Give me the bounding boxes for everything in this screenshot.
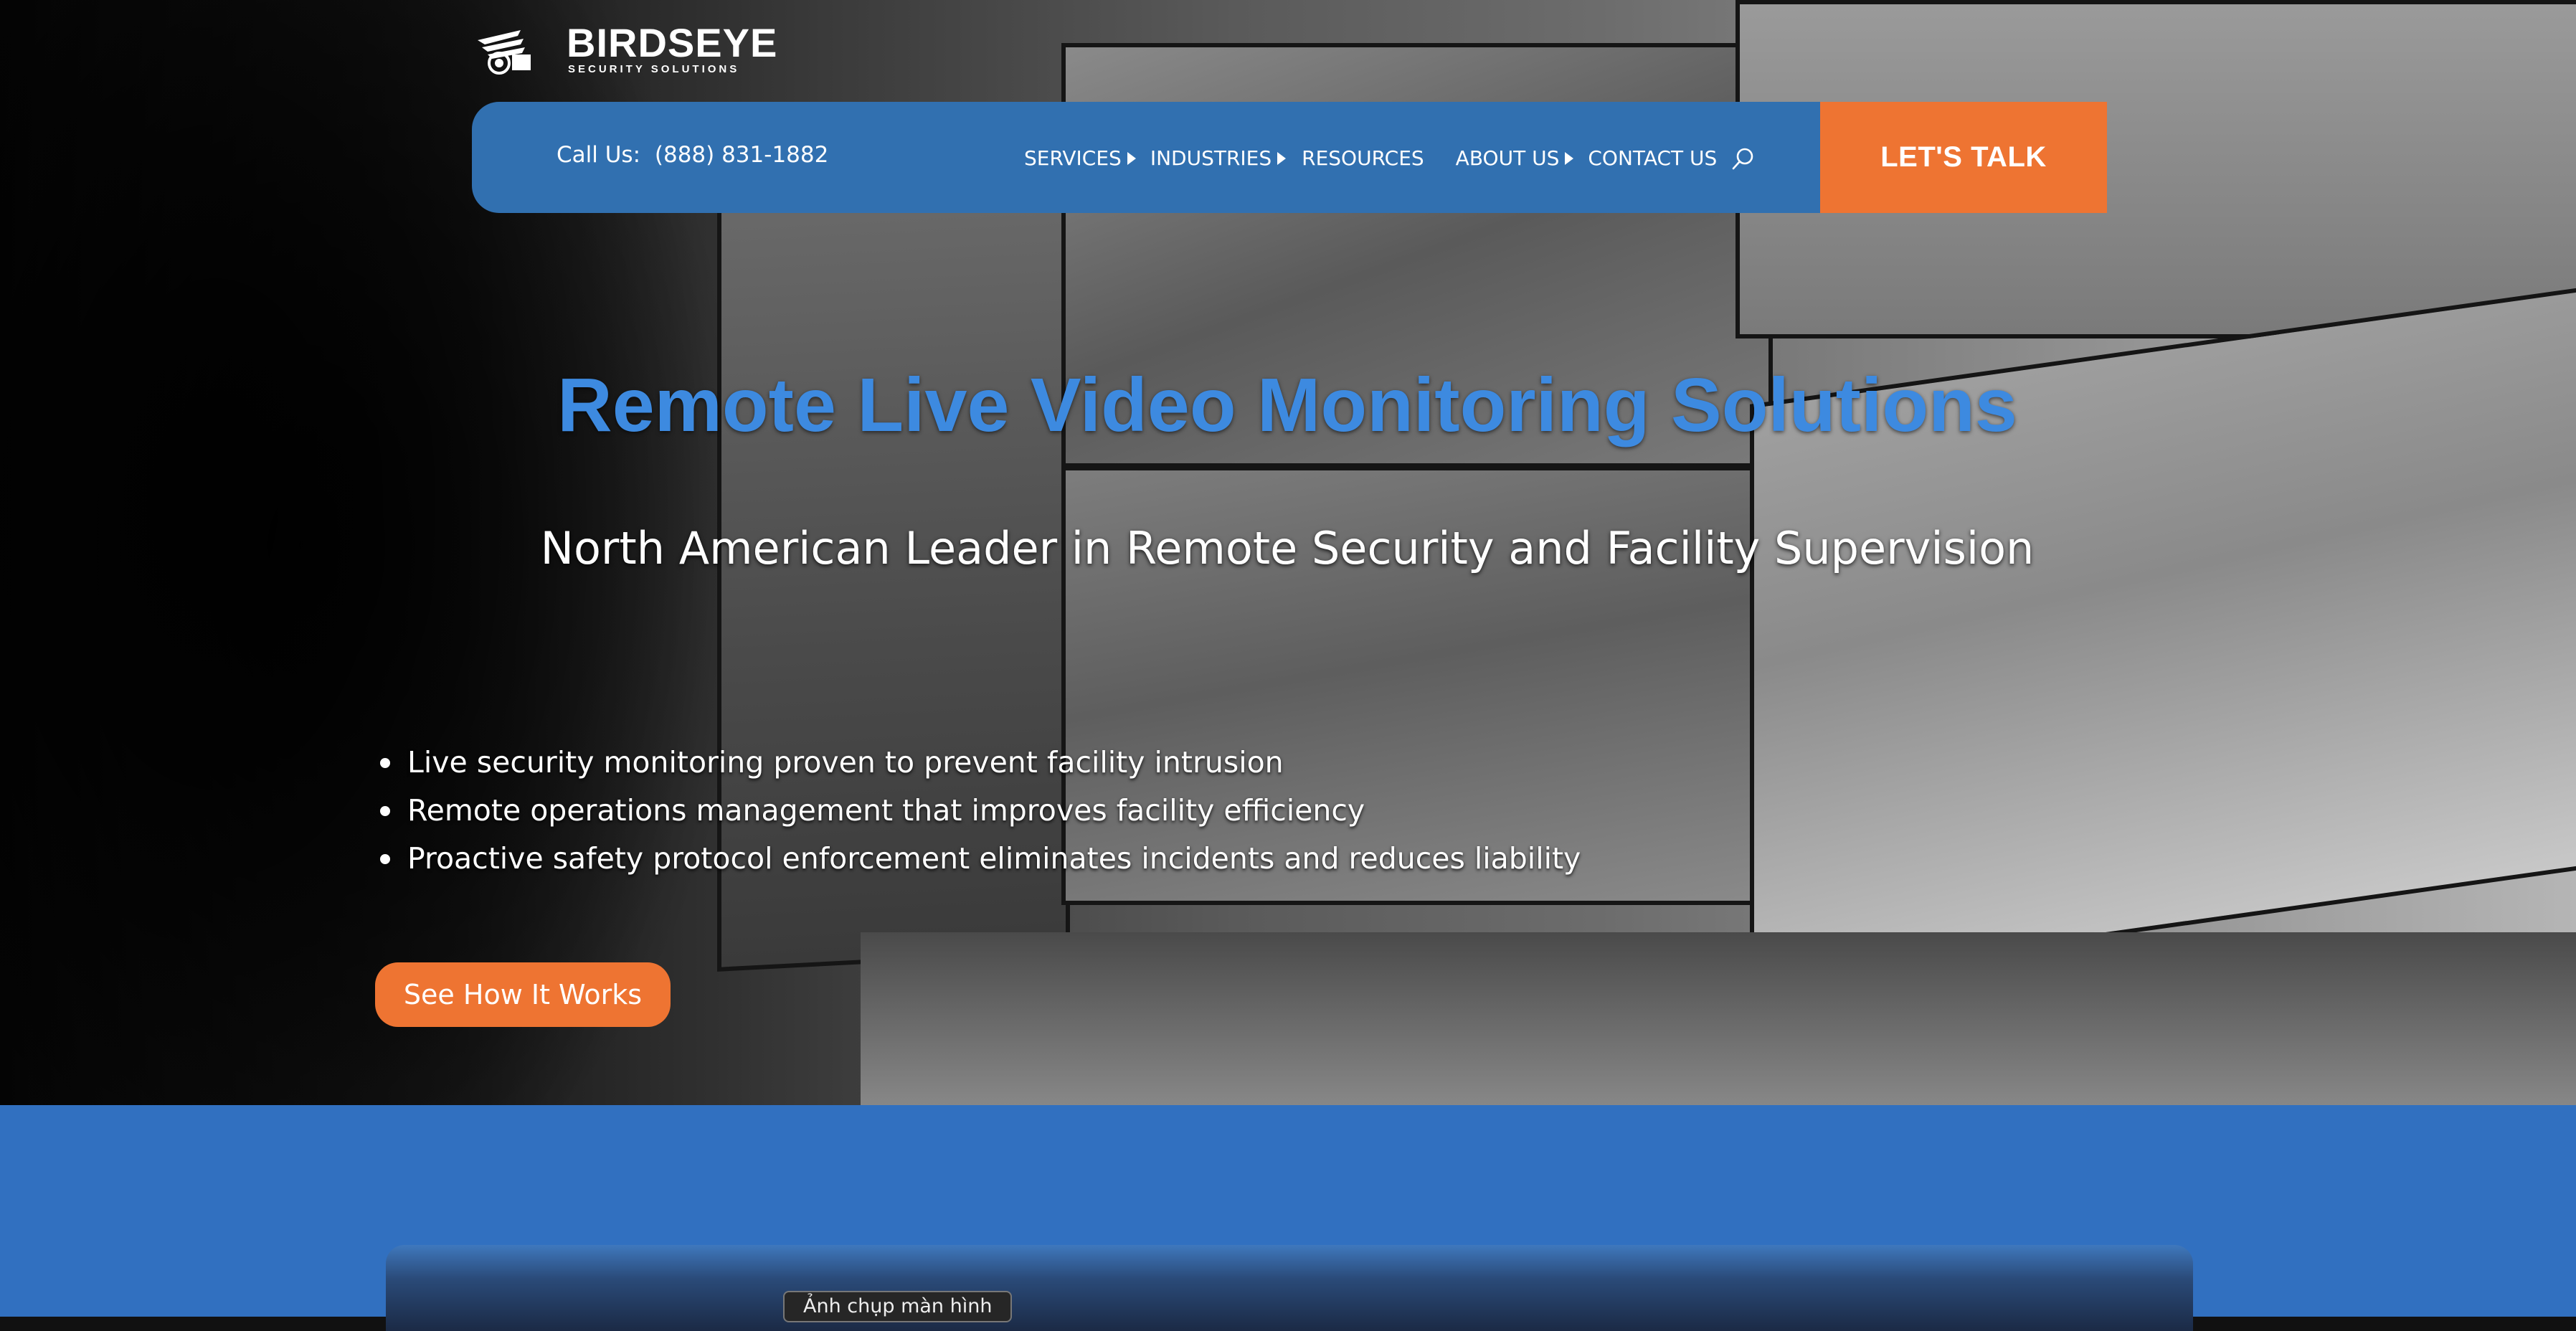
main-menu: SERVICES INDUSTRIES RESOURCES ABOUT US C… bbox=[1024, 145, 1756, 172]
list-item: Live security monitoring proven to preve… bbox=[379, 739, 1581, 787]
nav-resources[interactable]: RESOURCES bbox=[1302, 145, 1424, 172]
call-us[interactable]: Call Us: (888) 831-1882 bbox=[557, 141, 828, 169]
nav-industries[interactable]: INDUSTRIES bbox=[1150, 145, 1287, 172]
phone-number[interactable]: (888) 831-1882 bbox=[655, 142, 828, 168]
screenshot-tooltip: Ảnh chụp màn hình bbox=[783, 1291, 1013, 1322]
nav-industries-label: INDUSTRIES bbox=[1150, 146, 1272, 170]
brand-tagline: SECURITY SOLUTIONS bbox=[568, 63, 740, 75]
hero-headline: Remote Live Video Monitoring Solutions bbox=[557, 363, 2017, 447]
list-item: Remote operations management that improv… bbox=[379, 787, 1581, 835]
submenu-arrow-icon bbox=[1565, 152, 1574, 165]
see-how-it-works-button[interactable]: See How It Works bbox=[375, 962, 671, 1027]
list-item: Proactive safety protocol enforcement el… bbox=[379, 835, 1581, 883]
birdseye-logo[interactable]: BIRDSEYE SECURITY SOLUTIONS bbox=[470, 22, 777, 76]
winged-camera-icon bbox=[478, 30, 531, 75]
nav-about-us[interactable]: ABOUT US bbox=[1456, 145, 1574, 172]
nav-contact-us-label: CONTACT US bbox=[1588, 146, 1718, 170]
nav-contact-us[interactable]: CONTACT US bbox=[1588, 145, 1717, 172]
hero-benefits-list: Live security monitoring proven to preve… bbox=[379, 739, 1581, 883]
nav-services-label: SERVICES bbox=[1024, 146, 1122, 170]
call-label: Call Us: bbox=[557, 142, 641, 168]
brand-name: BIRDSEYE bbox=[567, 20, 778, 65]
submenu-arrow-icon bbox=[1277, 152, 1287, 165]
submenu-arrow-icon bbox=[1127, 152, 1136, 165]
nav-resources-label: RESOURCES bbox=[1302, 146, 1424, 170]
nav-about-us-label: ABOUT US bbox=[1455, 146, 1560, 170]
desk-surface bbox=[861, 932, 2576, 1105]
content-card bbox=[386, 1245, 2193, 1331]
hero-subheadline: North American Leader in Remote Security… bbox=[540, 522, 2035, 574]
nav-services[interactable]: SERVICES bbox=[1024, 145, 1136, 172]
lets-talk-button[interactable]: LET'S TALK bbox=[1820, 102, 2107, 213]
search-icon[interactable] bbox=[1731, 146, 1756, 171]
